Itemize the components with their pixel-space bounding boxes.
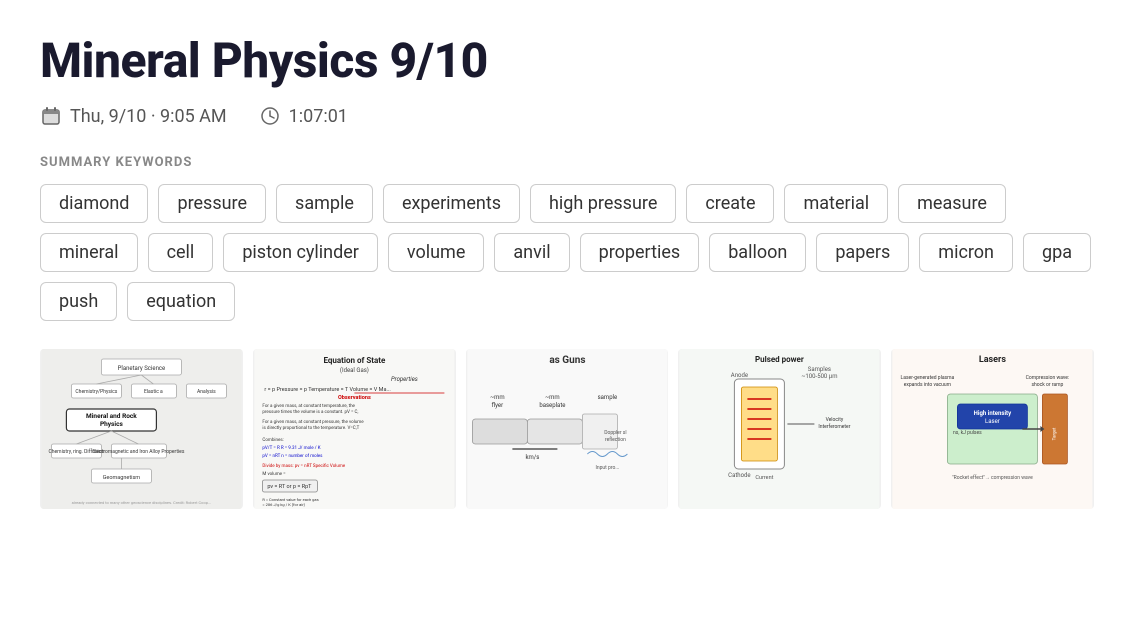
svg-text:expands into vacuum: expands into vacuum <box>904 382 952 388</box>
keyword-tag-11[interactable]: volume <box>388 233 484 272</box>
keywords-section: SUMMARY KEYWORDS diamond pressure sample ex… <box>40 155 1094 321</box>
svg-text:Velocity: Velocity <box>826 417 844 423</box>
keyword-tag-15[interactable]: papers <box>816 233 909 272</box>
section-label: SUMMARY KEYWORDS <box>40 155 1094 170</box>
keyword-tag-14[interactable]: balloon <box>709 233 806 272</box>
svg-text:M volume =: M volume = <box>262 471 286 477</box>
clock-icon <box>259 105 281 127</box>
image-card-1: Planetary Science Chemistry/Physics Elas… <box>40 349 243 509</box>
svg-text:Doppler sl: Doppler sl <box>604 430 626 436</box>
svg-text:Input pro...: Input pro... <box>595 465 619 471</box>
svg-text:Interferometer: Interferometer <box>819 423 851 430</box>
keyword-tag-9[interactable]: cell <box>148 233 214 272</box>
svg-text:Cathode: Cathode <box>729 472 751 479</box>
svg-text:"Rocket effect"→ compression w: "Rocket effect"→ compression wave <box>952 474 1033 481</box>
svg-text:reflection: reflection <box>605 436 626 443</box>
keyword-tag-12[interactable]: anvil <box>494 233 569 272</box>
svg-text:Laser: Laser <box>985 418 1000 425</box>
svg-text:Laser-generated plasma: Laser-generated plasma <box>901 375 955 381</box>
svg-text:flyer: flyer <box>491 402 502 409</box>
svg-text:Anode: Anode <box>731 372 748 379</box>
svg-text:as Guns: as Guns <box>549 355 585 366</box>
svg-text:For a given mass, at constant: For a given mass, at constant pressure, … <box>262 419 364 425</box>
svg-text:~mm: ~mm <box>545 394 560 401</box>
svg-text:Chemistry/Physics: Chemistry/Physics <box>75 389 117 395</box>
images-row: Planetary Science Chemistry/Physics Elas… <box>40 349 1094 509</box>
date-text: Thu, 9/10 · 9:05 AM <box>70 106 227 127</box>
calendar-icon <box>40 105 62 127</box>
meta-row: Thu, 9/10 · 9:05 AM 1:07:01 <box>40 105 1094 127</box>
svg-text:Compression wave:: Compression wave: <box>1026 375 1070 381</box>
keyword-tag-2[interactable]: sample <box>276 184 373 223</box>
duration-text: 1:07:01 <box>289 106 348 127</box>
svg-text:pressure times the volume is a: pressure times the volume is a constant.… <box>262 409 358 415</box>
svg-text:sample: sample <box>597 394 617 401</box>
svg-text:Elastic a: Elastic a <box>144 389 163 395</box>
date-meta: Thu, 9/10 · 9:05 AM <box>40 105 227 127</box>
svg-text:Electromagnetic and Iron Alloy: Electromagnetic and Iron Alloy Propertie… <box>92 449 184 455</box>
svg-text:Properties: Properties <box>391 376 418 383</box>
svg-text:r = p Pressure = p Temperatu: r = p Pressure = p Temperature = T Volum… <box>264 387 390 393</box>
svg-text:pV/T = R R = 9.31 J/ mole / K: pV/T = R R = 9.31 J/ mole / K <box>262 445 320 451</box>
keyword-tag-4[interactable]: high pressure <box>530 184 676 223</box>
svg-text:Equation of State: Equation of State <box>323 356 386 365</box>
keyword-tag-18[interactable]: push <box>40 282 117 321</box>
svg-text:For a given mass, at constant: For a given mass, at constant temperatur… <box>262 403 355 409</box>
keyword-tag-3[interactable]: experiments <box>383 184 520 223</box>
keyword-tag-0[interactable]: diamond <box>40 184 148 223</box>
duration-meta: 1:07:01 <box>259 105 348 127</box>
svg-text:Analysis: Analysis <box>197 389 216 395</box>
svg-text:Pulsed power: Pulsed power <box>755 355 804 364</box>
svg-text:pv = RT or p = RpT: pv = RT or p = RpT <box>267 484 312 490</box>
svg-text:Observations: Observations <box>338 395 371 401</box>
keyword-tag-8[interactable]: mineral <box>40 233 138 272</box>
keyword-tag-7[interactable]: measure <box>898 184 1006 223</box>
keyword-tag-6[interactable]: material <box>784 184 888 223</box>
svg-text:already connected to many othe: already connected to many other geoscien… <box>72 500 211 505</box>
svg-text:Mineral and Rock: Mineral and Rock <box>86 412 137 420</box>
keyword-tag-13[interactable]: properties <box>580 233 700 272</box>
svg-text:Lasers: Lasers <box>979 355 1006 365</box>
page-title: Mineral Physics 9/10 <box>40 32 1094 89</box>
svg-text:Physics: Physics <box>100 420 124 428</box>
svg-text:= 286 J/g kg / K (for air): = 286 J/g kg / K (for air) <box>262 502 305 507</box>
image-card-5: Lasers Laser-generated plasma expands in… <box>891 349 1094 509</box>
image-card-3: as Guns ~mm flyer ~mm baseplate sample k… <box>466 349 669 509</box>
keywords-grid: diamond pressure sample experiments high pre… <box>40 184 1094 321</box>
keyword-tag-10[interactable]: piston cylinder <box>223 233 378 272</box>
svg-text:pV = nRT n = number of moles: pV = nRT n = number of moles <box>262 452 323 459</box>
svg-text:is directly proportional to th: is directly proportional to the temperat… <box>262 425 359 431</box>
svg-text:ns, kJ pulses: ns, kJ pulses <box>953 430 982 436</box>
keyword-tag-19[interactable]: equation <box>127 282 235 321</box>
svg-text:Divide by mass: pv = nRT Spe: Divide by mass: pv = nRT Specific Volume <box>262 462 345 469</box>
svg-text:Geomagnetism: Geomagnetism <box>103 475 141 481</box>
svg-text:km/s: km/s <box>525 454 539 461</box>
svg-text:Current: Current <box>756 475 774 481</box>
svg-text:Samples: Samples <box>808 366 831 373</box>
svg-text:High intensity: High intensity <box>974 410 1012 417</box>
image-card-4: Pulsed power Anode Samples ~100-500 μm V… <box>678 349 881 509</box>
image-card-2: Equation of State (Ideal Gas) Properties… <box>253 349 456 509</box>
keyword-tag-1[interactable]: pressure <box>158 184 266 223</box>
keyword-tag-16[interactable]: micron <box>919 233 1013 272</box>
keyword-tag-17[interactable]: gpa <box>1023 233 1091 272</box>
svg-text:Target: Target <box>1052 427 1058 440</box>
svg-text:~100-500 μm: ~100-500 μm <box>802 373 838 380</box>
svg-text:baseplate: baseplate <box>539 402 565 409</box>
svg-text:shock or ramp: shock or ramp <box>1032 382 1064 388</box>
svg-text:(Ideal Gas): (Ideal Gas) <box>340 367 369 374</box>
svg-text:Combines:: Combines: <box>262 437 283 443</box>
svg-text:Planetary Science: Planetary Science <box>118 365 166 372</box>
svg-text:~mm: ~mm <box>490 394 505 401</box>
keyword-tag-5[interactable]: create <box>686 184 774 223</box>
